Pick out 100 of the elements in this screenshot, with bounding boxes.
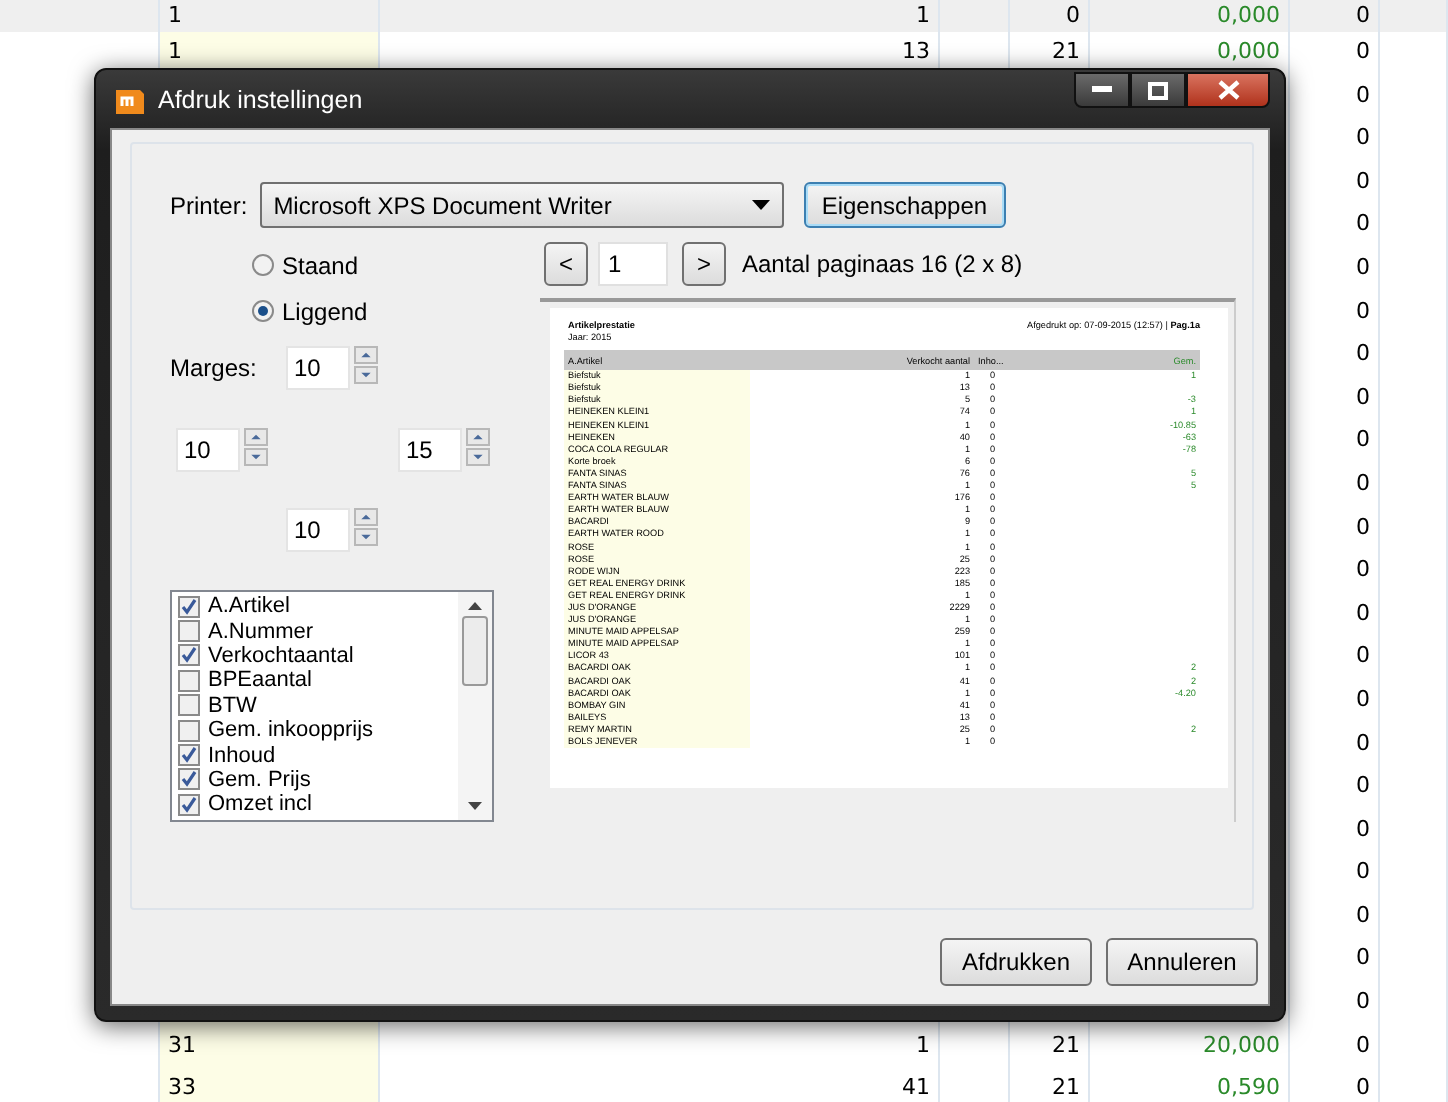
scroll-down-icon[interactable]: [468, 802, 482, 810]
table-cell: 0: [1356, 901, 1370, 928]
table-cell: 1: [168, 2, 182, 28]
table-cell: 0: [1356, 383, 1370, 410]
checkbox[interactable]: [178, 793, 200, 816]
spin-up-icon[interactable]: [354, 508, 378, 526]
table-cell: 21: [1052, 1031, 1080, 1058]
column-option[interactable]: Gem. inkoopprijs: [208, 718, 374, 743]
table-cell: 0,590: [1217, 1074, 1280, 1101]
table-cell: 0: [1356, 1074, 1370, 1101]
maximize-button[interactable]: [1130, 72, 1186, 108]
checkbox[interactable]: [178, 694, 200, 717]
column-option[interactable]: Inhoud: [208, 743, 276, 768]
table-cell: 0: [1356, 469, 1370, 496]
table-cell: 0: [1356, 685, 1370, 712]
dialog-button[interactable]: Annuleren: [1106, 938, 1258, 986]
column-option[interactable]: BTW: [208, 693, 257, 718]
column-option[interactable]: A.Nummer: [208, 619, 314, 644]
column-option[interactable]: BPEaantal: [208, 668, 312, 693]
margin-field[interactable]: 10: [286, 508, 350, 552]
table-cell: 0: [1356, 729, 1370, 755]
column-option[interactable]: Gem. Prijs: [208, 767, 311, 792]
page-field[interactable]: 1: [598, 242, 668, 286]
table-cell: 0: [1356, 167, 1370, 194]
spin-up-icon[interactable]: [354, 346, 378, 364]
checkbox[interactable]: [178, 669, 200, 692]
table-cell: 0: [1356, 81, 1370, 108]
radio-label: Staand: [282, 251, 359, 279]
margin-field[interactable]: 15: [398, 428, 462, 472]
table-cell: 20,000: [1203, 1031, 1280, 1058]
table-cell: 0: [1066, 2, 1080, 28]
checkbox[interactable]: [178, 644, 200, 667]
table-cell: 0: [1356, 253, 1370, 280]
table-cell: 0: [1356, 642, 1370, 669]
table-cell: 21: [1052, 1074, 1080, 1101]
next-page-button[interactable]: >: [682, 242, 726, 286]
checkbox[interactable]: [178, 620, 200, 643]
table-cell: 1: [916, 1031, 930, 1058]
checkbox[interactable]: [178, 595, 200, 618]
table-cell: 0: [1356, 210, 1370, 237]
maximize-icon: [1148, 81, 1168, 99]
table-cell: 0: [1356, 815, 1370, 842]
scrollbar[interactable]: [458, 592, 492, 820]
checkbox[interactable]: [178, 768, 200, 791]
printer-label: Printer:: [170, 191, 248, 219]
spin-up-icon[interactable]: [244, 428, 268, 446]
table-cell: 1: [168, 38, 182, 64]
table-cell: 0: [1356, 513, 1370, 540]
checkbox[interactable]: [178, 719, 200, 742]
close-icon: [1217, 80, 1239, 100]
spin-down-icon[interactable]: [354, 366, 378, 384]
table-cell: 0: [1356, 556, 1370, 583]
dialog-button[interactable]: Afdrukken: [940, 938, 1092, 986]
table-row[interactable]: 1 1 0 0,000 0: [0, 0, 1448, 32]
table-row[interactable]: 33 41 21 0,590 0: [0, 1068, 1448, 1102]
table-cell: 0: [1356, 426, 1370, 453]
scroll-thumb[interactable]: [462, 616, 488, 686]
table-cell: 0: [1356, 858, 1370, 885]
table-row[interactable]: 31 1 21 20,000 0: [0, 1025, 1448, 1069]
scroll-up-icon[interactable]: [468, 602, 482, 610]
margin-field[interactable]: 10: [176, 428, 240, 472]
table-cell: 0: [1356, 772, 1370, 799]
table-cell: 0: [1356, 38, 1370, 64]
table-cell: 21: [1052, 38, 1080, 64]
radio-button[interactable]: [252, 254, 274, 276]
spin-down-icon[interactable]: [354, 528, 378, 546]
page-count: Aantal paginaas 16 (2 x 8): [742, 250, 1023, 278]
spin-down-icon[interactable]: [466, 448, 490, 466]
table-cell: 0: [1356, 599, 1370, 626]
table-cell: 13: [902, 38, 930, 64]
table-cell: 33: [168, 1074, 196, 1101]
table-cell: 1: [916, 2, 930, 28]
previous-page-button[interactable]: <: [544, 242, 588, 286]
printer-dropdown[interactable]: Microsoft XPS Document Writer: [259, 182, 784, 228]
checkbox[interactable]: [178, 744, 200, 767]
minimize-button[interactable]: [1074, 72, 1130, 108]
table-cell: 0: [1356, 988, 1370, 1015]
table-cell: 0,000: [1217, 38, 1280, 64]
table-cell: 0: [1356, 124, 1370, 151]
properties-button[interactable]: Eigenschappen: [803, 182, 1006, 228]
table-cell: 31: [168, 1031, 196, 1058]
table-cell: 41: [902, 1074, 930, 1101]
radio-button[interactable]: [252, 300, 274, 322]
column-option[interactable]: Verkochtaantal: [208, 643, 354, 668]
table-cell: 0: [1356, 297, 1370, 324]
spin-down-icon[interactable]: [244, 448, 268, 466]
radio-label: Liggend: [282, 297, 368, 325]
table-cell: 0,000: [1217, 2, 1280, 28]
dropdown-arrow-icon: [751, 200, 770, 210]
margin-field[interactable]: 10: [286, 346, 350, 390]
close-button[interactable]: [1186, 72, 1270, 108]
window-title: Afdruk instellingen: [158, 85, 363, 113]
minimize-icon: [1092, 86, 1112, 94]
margins-label: Marges:: [170, 354, 259, 382]
column-option[interactable]: A.Artikel: [208, 594, 290, 619]
table-cell: 0: [1356, 1031, 1370, 1058]
table-cell: 0: [1356, 944, 1370, 971]
column-option[interactable]: Omzet incl: [208, 792, 312, 817]
table-cell: 0: [1356, 340, 1370, 367]
spin-up-icon[interactable]: [466, 428, 490, 446]
